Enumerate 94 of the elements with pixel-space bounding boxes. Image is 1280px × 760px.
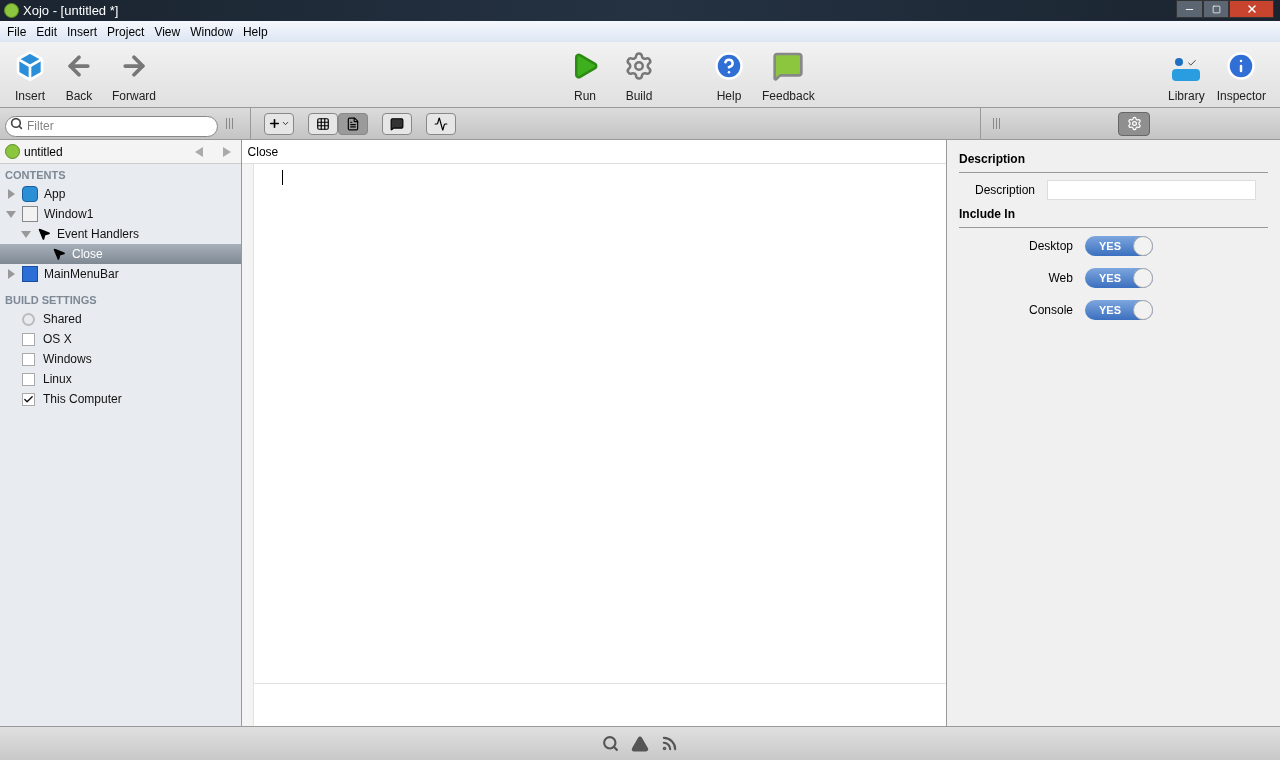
item-label: MainMenuBar xyxy=(44,266,119,283)
toggle-switch[interactable]: YES xyxy=(1084,300,1153,320)
item-label: Windows xyxy=(43,351,92,368)
previous-icon[interactable] xyxy=(194,146,203,157)
item-label: Linux xyxy=(43,371,72,388)
window-icon xyxy=(22,206,38,222)
description-field[interactable] xyxy=(1047,180,1256,200)
restore-icon xyxy=(1211,4,1221,14)
section-header: BUILD SETTINGS xyxy=(4,292,98,308)
menu-item[interactable]: Project xyxy=(102,22,150,41)
code-icon xyxy=(346,116,360,131)
help-icon xyxy=(714,50,744,81)
build-item[interactable]: Shared xyxy=(0,309,241,329)
next-icon[interactable] xyxy=(222,146,231,157)
link-icon xyxy=(22,312,35,326)
build-item[interactable]: This Computer xyxy=(0,389,241,409)
build-item[interactable]: Linux xyxy=(0,369,241,389)
gears-icon xyxy=(624,50,654,81)
toolbar-button[interactable]: Back xyxy=(60,44,98,105)
project-icon xyxy=(5,144,20,159)
toggle-label: Web xyxy=(1047,270,1073,287)
view-button[interactable] xyxy=(338,112,368,135)
app-icon xyxy=(22,186,38,202)
toolbar-button[interactable]: Insert xyxy=(10,44,50,105)
disclosure-triangle-icon[interactable] xyxy=(7,189,15,199)
item-label: App xyxy=(44,186,66,203)
wave-icon xyxy=(434,116,448,131)
toolbar-button[interactable]: Run xyxy=(566,44,604,105)
close-button[interactable] xyxy=(1229,0,1274,18)
checkbox[interactable] xyxy=(22,392,35,406)
toggle-label: Desktop xyxy=(1028,238,1073,255)
checkbox[interactable] xyxy=(22,352,35,366)
menu-item[interactable]: View xyxy=(149,22,186,41)
restore-button[interactable] xyxy=(1203,0,1229,18)
menu-item[interactable]: Insert xyxy=(62,22,103,41)
item-label: This Computer xyxy=(43,391,122,408)
tree-item[interactable]: Event Handlers xyxy=(0,224,241,244)
item-label: Window1 xyxy=(44,206,94,223)
toggle-switch[interactable]: YES xyxy=(1084,236,1153,256)
view-button[interactable] xyxy=(264,112,294,135)
toolbar-button[interactable]: Build xyxy=(620,44,658,105)
toolbar-button[interactable]: Feedback xyxy=(758,44,819,105)
grip-icon[interactable] xyxy=(226,118,233,129)
menu-item[interactable]: File xyxy=(2,22,32,41)
feed-icon[interactable] xyxy=(661,735,678,752)
view-button[interactable] xyxy=(308,112,338,135)
toggle-label: Console xyxy=(1028,302,1073,319)
app-logo-icon xyxy=(4,3,19,18)
info-icon xyxy=(1226,50,1257,81)
menu-item[interactable]: Edit xyxy=(31,22,63,41)
toolbar-button[interactable]: Forward xyxy=(108,44,160,105)
item-label: Shared xyxy=(43,311,82,328)
section-title: Include In xyxy=(958,205,1268,228)
comment-icon xyxy=(390,116,404,131)
grip-icon[interactable] xyxy=(993,118,1000,129)
grid-icon xyxy=(316,116,330,131)
field-label: Description xyxy=(974,182,1035,199)
item-label: Event Handlers xyxy=(57,226,140,243)
cursor-icon xyxy=(37,227,51,241)
checkbox[interactable] xyxy=(22,332,35,346)
breadcrumb: Close xyxy=(241,140,946,164)
cube-icon xyxy=(14,49,46,82)
search-icon xyxy=(10,117,23,130)
section-title: Description xyxy=(958,150,1268,173)
project-name: untitled xyxy=(24,143,64,161)
menu-icon xyxy=(22,266,38,282)
search-icon[interactable] xyxy=(602,735,619,752)
menu-item[interactable]: Window xyxy=(185,22,238,41)
disclosure-triangle-icon[interactable] xyxy=(21,230,31,238)
item-label: Close xyxy=(72,246,103,263)
disclosure-triangle-icon[interactable] xyxy=(7,269,15,279)
tree-item[interactable]: Window1 xyxy=(0,204,241,224)
tree-item[interactable]: MainMenuBar xyxy=(0,264,241,284)
view-button[interactable] xyxy=(382,112,412,135)
toolbar-button[interactable]: Library xyxy=(1163,44,1209,105)
toolbar-button[interactable]: Inspector xyxy=(1212,44,1270,105)
item-label: OS X xyxy=(43,331,72,348)
view-button[interactable] xyxy=(426,112,456,135)
settings-icon xyxy=(1126,116,1142,131)
menu-item[interactable]: Help xyxy=(237,22,273,41)
cursor-icon xyxy=(52,247,66,261)
build-item[interactable]: OS X xyxy=(0,329,241,349)
build-item[interactable]: Windows xyxy=(0,349,241,369)
checkbox[interactable] xyxy=(22,372,35,386)
tree-item[interactable]: App xyxy=(0,184,241,204)
window-title: Xojo - [untitled *] xyxy=(23,1,120,20)
toolbar-button[interactable]: Help xyxy=(710,44,748,105)
toggle-switch[interactable]: YES xyxy=(1084,268,1153,288)
settings-button[interactable] xyxy=(1118,111,1150,136)
add-icon xyxy=(268,117,290,130)
warning-icon[interactable] xyxy=(631,734,649,753)
filter-field[interactable]: Filter xyxy=(5,115,218,137)
section-header: CONTENTS xyxy=(4,167,67,183)
close-icon xyxy=(1245,3,1258,15)
